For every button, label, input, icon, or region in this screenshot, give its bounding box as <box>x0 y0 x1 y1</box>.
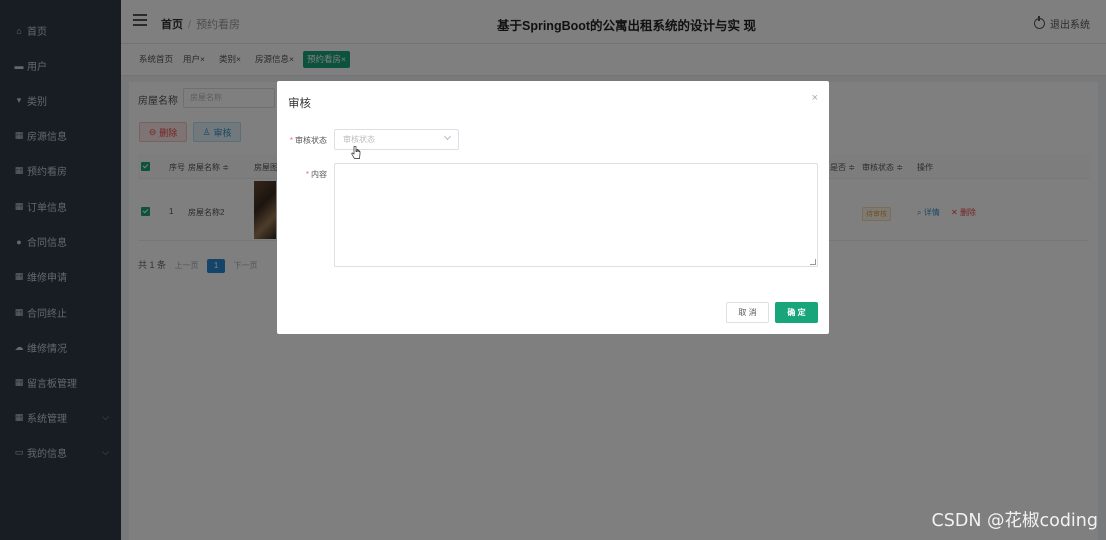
watermark: CSDN @花椒coding <box>931 511 1098 531</box>
hand-cursor-icon <box>351 146 361 159</box>
audit-dialog: 审核 × * 审核状态 审核状态 * 内容 取 消 确 定 <box>277 81 829 334</box>
content-field-label: * 内容 <box>287 169 327 180</box>
resize-handle-icon[interactable] <box>810 259 816 265</box>
close-icon[interactable]: × <box>812 92 818 104</box>
content-textarea[interactable] <box>334 163 818 267</box>
required-mark: * <box>289 136 293 145</box>
status-label-text: 审核状态 <box>295 136 327 145</box>
cancel-button[interactable]: 取 消 <box>726 302 769 323</box>
content-label-text: 内容 <box>311 170 327 179</box>
dialog-title: 审核 <box>288 98 311 110</box>
confirm-button[interactable]: 确 定 <box>775 302 818 323</box>
chevron-down-icon <box>443 132 452 141</box>
required-mark: * <box>305 170 309 179</box>
status-field-label: * 审核状态 <box>287 135 327 146</box>
status-select-placeholder: 审核状态 <box>343 135 375 144</box>
